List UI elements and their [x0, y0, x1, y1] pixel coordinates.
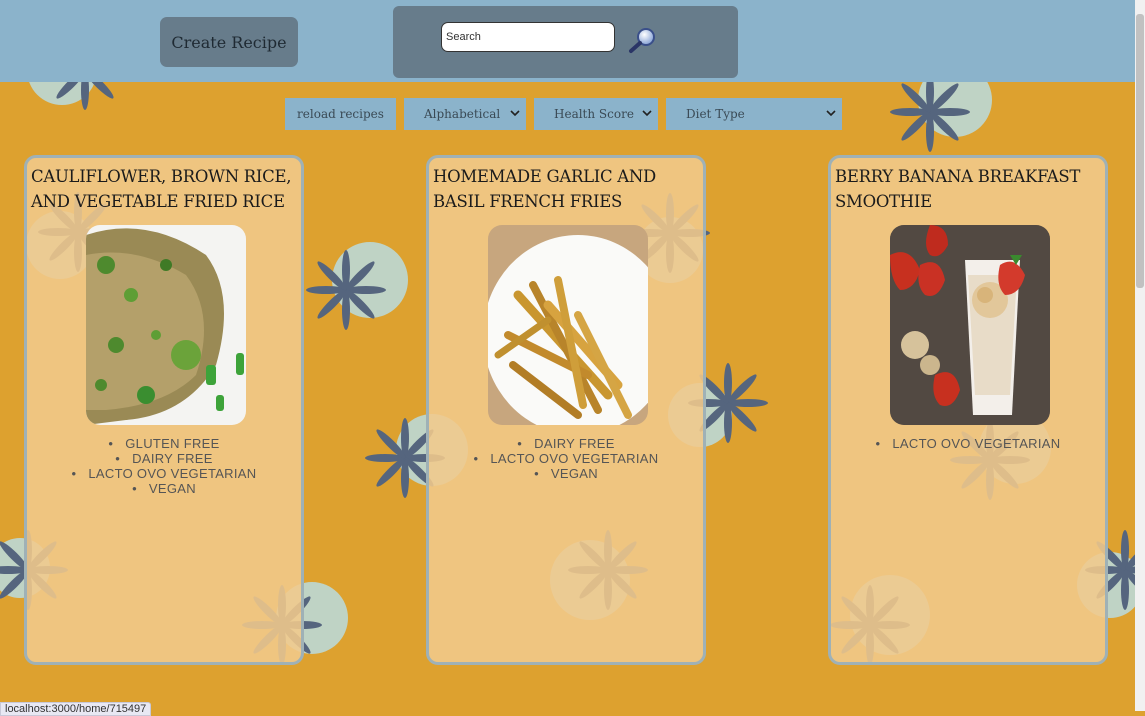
status-bar-url: localhost:3000/home/715497	[0, 702, 152, 716]
search-input[interactable]	[441, 22, 615, 52]
health-score-value: Health Score	[554, 107, 634, 121]
recipe-title[interactable]: HOMEMADE GARLIC AND BASIL FRENCH FRIES	[433, 164, 699, 214]
magnifier-search-icon[interactable]	[627, 27, 659, 55]
reload-recipes-button[interactable]: reload recipes	[285, 98, 396, 130]
diet-tag: DAIRY FREE	[429, 436, 703, 451]
diet-tag: LACTO OVO VEGETARIAN	[429, 451, 703, 466]
health-score-select[interactable]: Health Score	[534, 98, 658, 130]
top-header: Create Recipe	[0, 0, 1135, 82]
diet-list: DAIRY FREE LACTO OVO VEGETARIAN VEGAN	[429, 436, 703, 481]
diet-tag: LACTO OVO VEGETARIAN	[27, 466, 301, 481]
sort-order-select[interactable]: Alphabetical	[404, 98, 526, 130]
search-panel	[393, 6, 738, 78]
recipe-title[interactable]: BERRY BANANA BREAKFAST SMOOTHIE	[835, 164, 1101, 214]
recipe-image-fried-rice[interactable]	[86, 225, 246, 425]
recipe-image-smoothie[interactable]	[890, 225, 1050, 425]
diet-tag: DAIRY FREE	[27, 451, 301, 466]
create-recipe-button[interactable]: Create Recipe	[160, 17, 298, 67]
chevron-down-icon	[510, 110, 520, 117]
diet-list: GLUTEN FREE DAIRY FREE LACTO OVO VEGETAR…	[27, 436, 301, 496]
diet-tag: LACTO OVO VEGETARIAN	[831, 436, 1105, 451]
recipe-card[interactable]: BERRY BANANA BREAKFAST SMOOTHIE LACTO OV…	[828, 155, 1108, 665]
diet-type-value: Diet Type	[686, 107, 745, 121]
recipe-title[interactable]: CAULIFLOWER, BROWN RICE, AND VEGETABLE F…	[31, 164, 297, 214]
diet-tag: GLUTEN FREE	[27, 436, 301, 451]
diet-tag: VEGAN	[429, 466, 703, 481]
sort-order-value: Alphabetical	[424, 107, 501, 121]
recipe-card[interactable]: HOMEMADE GARLIC AND BASIL FRENCH FRIES D…	[426, 155, 706, 665]
recipe-card[interactable]: CAULIFLOWER, BROWN RICE, AND VEGETABLE F…	[24, 155, 304, 665]
vertical-scrollbar[interactable]	[1135, 0, 1145, 711]
chevron-down-icon	[642, 110, 652, 117]
diet-type-select[interactable]: Diet Type	[666, 98, 842, 130]
diet-tag: VEGAN	[27, 481, 301, 496]
chevron-down-icon	[826, 110, 836, 117]
scrollbar-thumb[interactable]	[1136, 14, 1144, 288]
diet-list: LACTO OVO VEGETARIAN	[831, 436, 1105, 451]
recipe-image-french-fries[interactable]	[488, 225, 648, 425]
